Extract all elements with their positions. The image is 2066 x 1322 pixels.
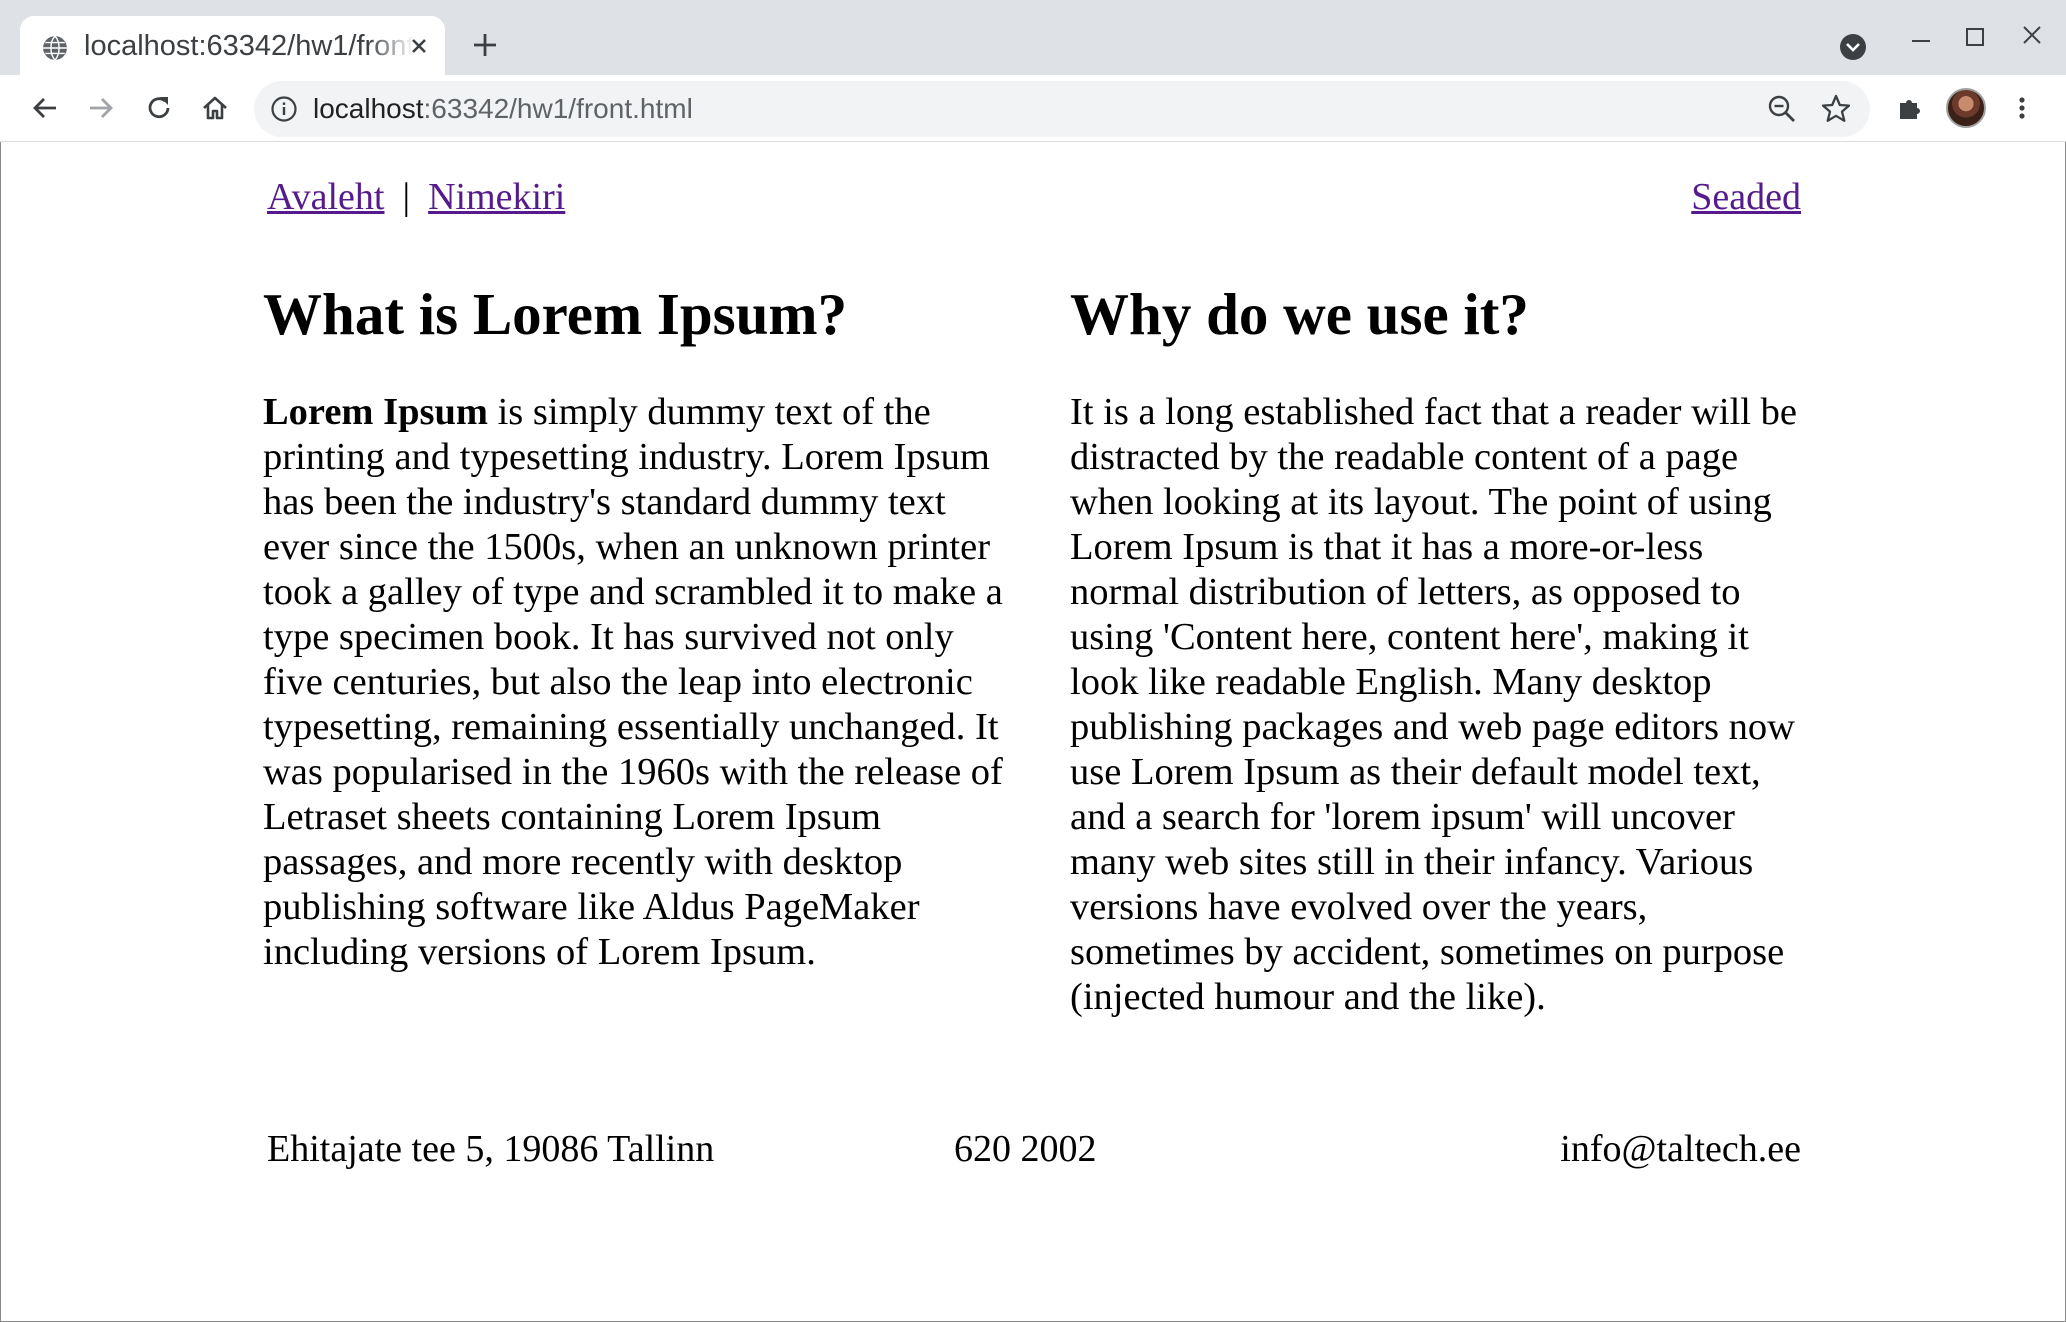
nav-link-settings[interactable]: Seaded [1691,172,1801,222]
new-tab-plus-icon[interactable] [466,26,504,64]
browser-toolbar: localhost:63342/hw1/front.html [0,75,2066,142]
info-icon[interactable] [270,95,298,123]
window-close-icon[interactable] [2015,18,2049,52]
page-footer: Ehitajate tee 5, 19086 Tallinn 620 2002 … [267,1124,1801,1174]
bold-lead: Lorem Ipsum [263,391,488,433]
section-paragraph: Lorem Ipsum is simply dummy text of the … [263,390,1003,975]
forward-arrow-icon[interactable] [82,89,120,127]
nav-link-home[interactable]: Avaleht [267,176,384,218]
profile-avatar[interactable] [1946,88,1986,128]
tab-title: localhost:63342/hw1/front.html [84,30,414,62]
reload-icon[interactable] [140,89,178,127]
home-icon[interactable] [196,89,234,127]
footer-phone: 620 2002 [954,1128,1097,1170]
address-bar[interactable]: localhost:63342/hw1/front.html [254,81,1870,137]
section-heading: What is Lorem Ipsum? [263,281,848,347]
paragraph-text: is simply dummy text of the printing and… [263,391,1003,973]
section-paragraph: It is a long established fact that a rea… [1070,391,1797,1018]
nav-separator: | [402,176,411,218]
minimize-icon[interactable] [1904,20,1938,54]
kebab-menu-icon[interactable] [2003,89,2041,127]
top-navigation: Avaleht | Nimekiri Seaded [267,172,1801,222]
page-content: Avaleht | Nimekiri Seaded What is Lorem Ip… [0,142,2066,1320]
zoom-out-icon[interactable] [1766,93,1798,125]
bookmark-star-icon[interactable] [1819,92,1853,126]
nav-link-list[interactable]: Nimekiri [428,176,565,218]
url-path: :63342/hw1/front.html [423,93,693,124]
footer-email: info@taltech.ee [1560,1128,1801,1170]
globe-icon [43,35,67,61]
section-what-is-lorem: What is Lorem Ipsum? Lorem Ipsum is simp… [263,274,1003,975]
browser-tab[interactable]: localhost:63342/hw1/front.html [20,16,445,75]
tab-close-icon[interactable] [402,29,436,63]
tab-strip: localhost:63342/hw1/front.html [0,0,2066,75]
section-why-use-it: Why do we use it? It is a long establish… [1070,274,1810,1020]
tab-search-icon[interactable] [1836,30,1870,64]
back-arrow-icon[interactable] [26,89,64,127]
maximize-icon[interactable] [1958,20,1992,54]
footer-address: Ehitajate tee 5, 19086 Tallinn [267,1128,715,1170]
extensions-puzzle-icon[interactable] [1891,89,1929,127]
url-host: localhost [313,93,424,124]
url-text[interactable]: localhost:63342/hw1/front.html [313,91,693,127]
section-heading: Why do we use it? [1070,281,1529,347]
